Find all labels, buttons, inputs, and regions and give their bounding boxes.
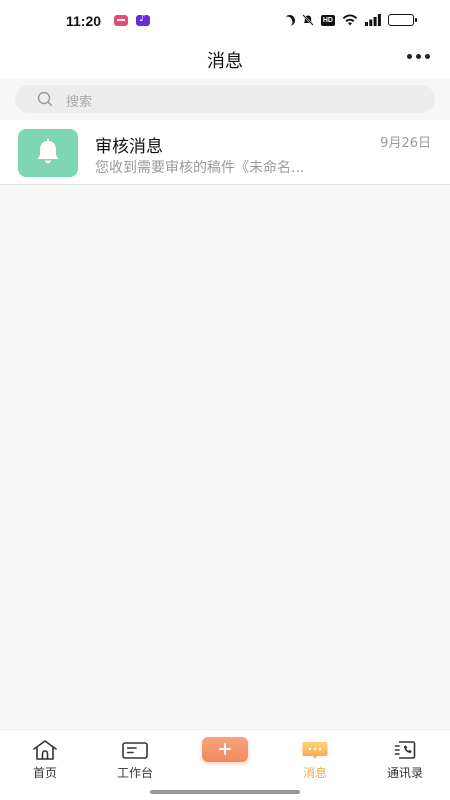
search-input[interactable]: 搜索	[15, 85, 435, 113]
workbench-icon	[121, 739, 149, 765]
wifi-icon	[342, 14, 358, 26]
more-button[interactable]	[407, 54, 430, 59]
item-date: 9月26日	[380, 136, 431, 151]
search-placeholder: 搜索	[66, 95, 93, 110]
status-bar: 11:20 HD	[0, 0, 450, 42]
item-preview: 您收到需要审核的稿件《未命名...	[95, 160, 305, 176]
tab-label: 通讯录	[386, 766, 423, 780]
more-dot	[407, 54, 412, 59]
bell-icon	[33, 136, 63, 170]
bell-off-icon	[302, 14, 314, 26]
tab-home[interactable]: 首页	[15, 730, 75, 790]
hd-icon: HD	[320, 14, 335, 26]
tab-label: 首页	[32, 766, 57, 780]
item-avatar	[18, 129, 78, 177]
search-bar: 搜索	[0, 78, 450, 120]
message-icon	[301, 739, 329, 765]
contacts-icon	[391, 739, 419, 765]
home-indicator	[150, 790, 300, 794]
status-time: 11:20	[66, 13, 102, 29]
nav-header: 消息	[0, 42, 450, 78]
signal-icon	[365, 14, 381, 26]
item-title: 审核消息	[95, 137, 163, 157]
home-icon	[31, 739, 59, 765]
status-icons: HD	[282, 12, 417, 27]
search-icon	[37, 91, 53, 111]
tab-label: 消息	[302, 766, 327, 780]
battery-icon	[388, 14, 417, 26]
list-item[interactable]: 审核消息 您收到需要审核的稿件《未命名... 9月26日	[0, 120, 450, 185]
page-title: 消息	[207, 51, 243, 72]
tab-label: 工作台	[116, 766, 153, 780]
more-dot	[416, 54, 421, 59]
tab-workbench[interactable]: 工作台	[105, 730, 165, 790]
message-list: 审核消息 您收到需要审核的稿件《未命名... 9月26日	[0, 120, 450, 185]
moon-icon	[282, 12, 297, 27]
add-button[interactable]	[202, 737, 248, 762]
hdr-app-icon	[114, 15, 128, 26]
more-dot	[425, 54, 430, 59]
tiktok-app-icon	[136, 13, 150, 26]
tab-messages[interactable]: 消息	[285, 730, 345, 790]
tab-contacts[interactable]: 通讯录	[375, 730, 435, 790]
